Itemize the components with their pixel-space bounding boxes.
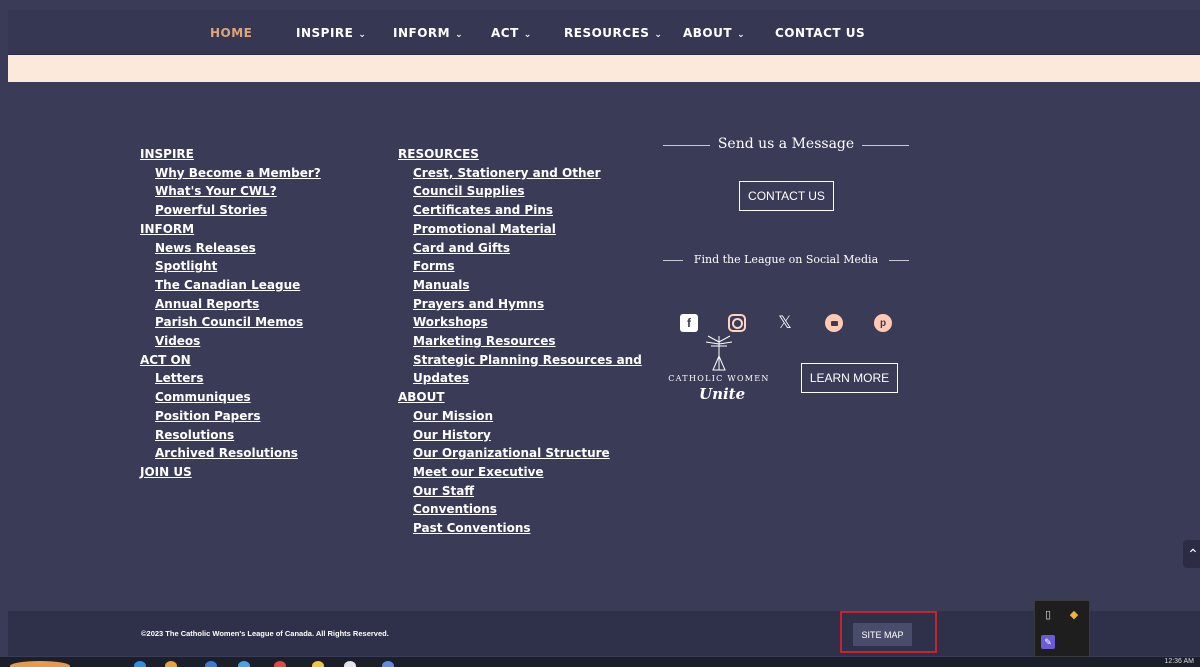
- pinterest-icon[interactable]: p: [874, 314, 892, 332]
- security-icon[interactable]: ◆: [1067, 607, 1081, 621]
- footer-link[interactable]: Meet our Executive: [398, 463, 642, 482]
- nav-resources[interactable]: RESOURCES ⌄: [564, 26, 662, 40]
- app-icon[interactable]: [312, 661, 324, 667]
- footer-link[interactable]: Archived Resolutions: [140, 444, 321, 463]
- social-media-title: Find the League on Social Media: [693, 253, 879, 266]
- app-icon[interactable]: [205, 661, 217, 667]
- nav-contact-us-label: CONTACT US: [775, 26, 866, 40]
- x-icon[interactable]: 𝕏: [776, 313, 794, 333]
- chevron-down-icon: ⌄: [654, 30, 663, 40]
- footer-link[interactable]: Crest, Stationery and Other: [398, 164, 642, 183]
- nav-act[interactable]: ACT ⌄: [491, 26, 532, 40]
- footer-link[interactable]: Forms: [398, 257, 642, 276]
- footer-link[interactable]: News Releases: [140, 239, 321, 258]
- footer-link[interactable]: Manuals: [398, 276, 642, 295]
- footer-link[interactable]: Videos: [140, 332, 321, 351]
- send-message-title: Send us a Message: [717, 136, 855, 152]
- footer-link-act-on[interactable]: ACT ON: [140, 351, 321, 370]
- footer-link[interactable]: Prayers and Hymns: [398, 295, 642, 314]
- facebook-icon[interactable]: f: [680, 314, 698, 332]
- nav-inform[interactable]: INFORM ⌄: [393, 26, 463, 40]
- footer-link[interactable]: Our Staff: [398, 482, 642, 501]
- divider: [862, 145, 909, 146]
- footer-link[interactable]: Promotional Material: [398, 220, 642, 239]
- nav-contact-us[interactable]: CONTACT US: [775, 26, 865, 40]
- nav-act-label: ACT: [491, 26, 519, 40]
- top-navigation: HOME INSPIRE ⌄ INFORM ⌄ ACT ⌄ RESOURCES ⌄ AB…: [8, 10, 1200, 55]
- nav-about-label: ABOUT: [683, 26, 733, 40]
- footer-link[interactable]: Our Organizational Structure: [398, 444, 642, 463]
- pen-icon[interactable]: ✎: [1041, 635, 1055, 649]
- footer-link-join-us[interactable]: JOIN US: [140, 463, 321, 482]
- footer-link[interactable]: Our Mission: [398, 407, 642, 426]
- chevron-down-icon: ⌄: [358, 30, 367, 40]
- folder-icon[interactable]: [165, 661, 177, 667]
- app-icon[interactable]: [238, 661, 250, 667]
- footer-link[interactable]: Resolutions: [140, 426, 321, 445]
- footer-link[interactable]: Position Papers: [140, 407, 321, 426]
- system-tray-overflow: ▯ ◆ ✎: [1034, 600, 1090, 657]
- content-band: [8, 55, 1200, 82]
- learn-more-button[interactable]: LEARN MORE: [801, 363, 898, 393]
- footer-link[interactable]: The Canadian League: [140, 276, 321, 295]
- app-icon[interactable]: [382, 661, 394, 667]
- footer-link[interactable]: Powerful Stories: [140, 201, 321, 220]
- footer-link-inspire[interactable]: INSPIRE: [140, 145, 321, 164]
- footer-column-resources: RESOURCES Crest, Stationery and Other Co…: [398, 145, 642, 538]
- cross-emblem-icon: [705, 335, 733, 371]
- footer-link[interactable]: Communiques: [140, 388, 321, 407]
- copyright-text: ©2023 The Catholic Women's League of Can…: [141, 629, 389, 638]
- logo-script-text: Unite: [699, 385, 746, 403]
- app-icon[interactable]: [274, 661, 286, 667]
- nav-inform-label: INFORM: [393, 26, 451, 40]
- footer-link[interactable]: Spotlight: [140, 257, 321, 276]
- footer-link[interactable]: Why Become a Member?: [140, 164, 321, 183]
- nav-home[interactable]: HOME: [210, 26, 252, 40]
- footer-link[interactable]: Annual Reports: [140, 295, 321, 314]
- site-map-button[interactable]: SITE MAP: [853, 623, 912, 646]
- nav-about[interactable]: ABOUT ⌄: [683, 26, 745, 40]
- nav-resources-label: RESOURCES: [564, 26, 650, 40]
- chevron-down-icon: ⌄: [737, 30, 746, 40]
- footer-link[interactable]: Updates: [398, 369, 642, 388]
- app-icon[interactable]: [344, 661, 356, 667]
- logo-text: CATHOLIC WOMEN: [668, 374, 770, 383]
- footer-link[interactable]: Letters: [140, 369, 321, 388]
- chevron-down-icon: ⌄: [523, 30, 532, 40]
- nav-home-label: HOME: [210, 26, 253, 40]
- scroll-to-top-button[interactable]: ⌃: [1183, 540, 1200, 568]
- footer-link-resources[interactable]: RESOURCES: [398, 145, 642, 164]
- footer-link[interactable]: Conventions: [398, 500, 642, 519]
- footer-link[interactable]: Our History: [398, 426, 642, 445]
- footer-link[interactable]: Strategic Planning Resources and: [398, 351, 642, 370]
- footer-link[interactable]: Certificates and Pins: [398, 201, 642, 220]
- chevron-up-icon: ⌃: [1187, 545, 1199, 562]
- app-icon[interactable]: [134, 661, 146, 667]
- footer-link[interactable]: Card and Gifts: [398, 239, 642, 258]
- taskbar-clock: 12:36 AM: [1164, 658, 1194, 665]
- nav-inspire-label: INSPIRE: [296, 26, 354, 40]
- catholic-women-unite-logo[interactable]: CATHOLIC WOMEN Unite: [664, 334, 774, 406]
- footer-link[interactable]: Marketing Resources: [398, 332, 642, 351]
- footer-column-inspire: INSPIRE Why Become a Member? What's Your…: [140, 145, 321, 482]
- chevron-down-icon: ⌄: [455, 30, 464, 40]
- nav-inspire[interactable]: INSPIRE ⌄: [296, 26, 366, 40]
- youtube-icon[interactable]: [825, 314, 843, 332]
- divider: [889, 260, 909, 261]
- taskbar: [0, 657, 1200, 667]
- start-image-icon[interactable]: [10, 661, 70, 667]
- footer-link[interactable]: What's Your CWL?: [140, 182, 321, 201]
- footer-link[interactable]: Parish Council Memos: [140, 313, 321, 332]
- instagram-icon[interactable]: [728, 314, 746, 332]
- footer-link[interactable]: Workshops: [398, 313, 642, 332]
- footer-link-inform[interactable]: INFORM: [140, 220, 321, 239]
- contact-us-button[interactable]: CONTACT US: [739, 181, 834, 211]
- footer-link[interactable]: Council Supplies: [398, 182, 642, 201]
- footer-link-about[interactable]: ABOUT: [398, 388, 642, 407]
- footer-link[interactable]: Past Conventions: [398, 519, 642, 538]
- usb-icon[interactable]: ▯: [1041, 607, 1055, 621]
